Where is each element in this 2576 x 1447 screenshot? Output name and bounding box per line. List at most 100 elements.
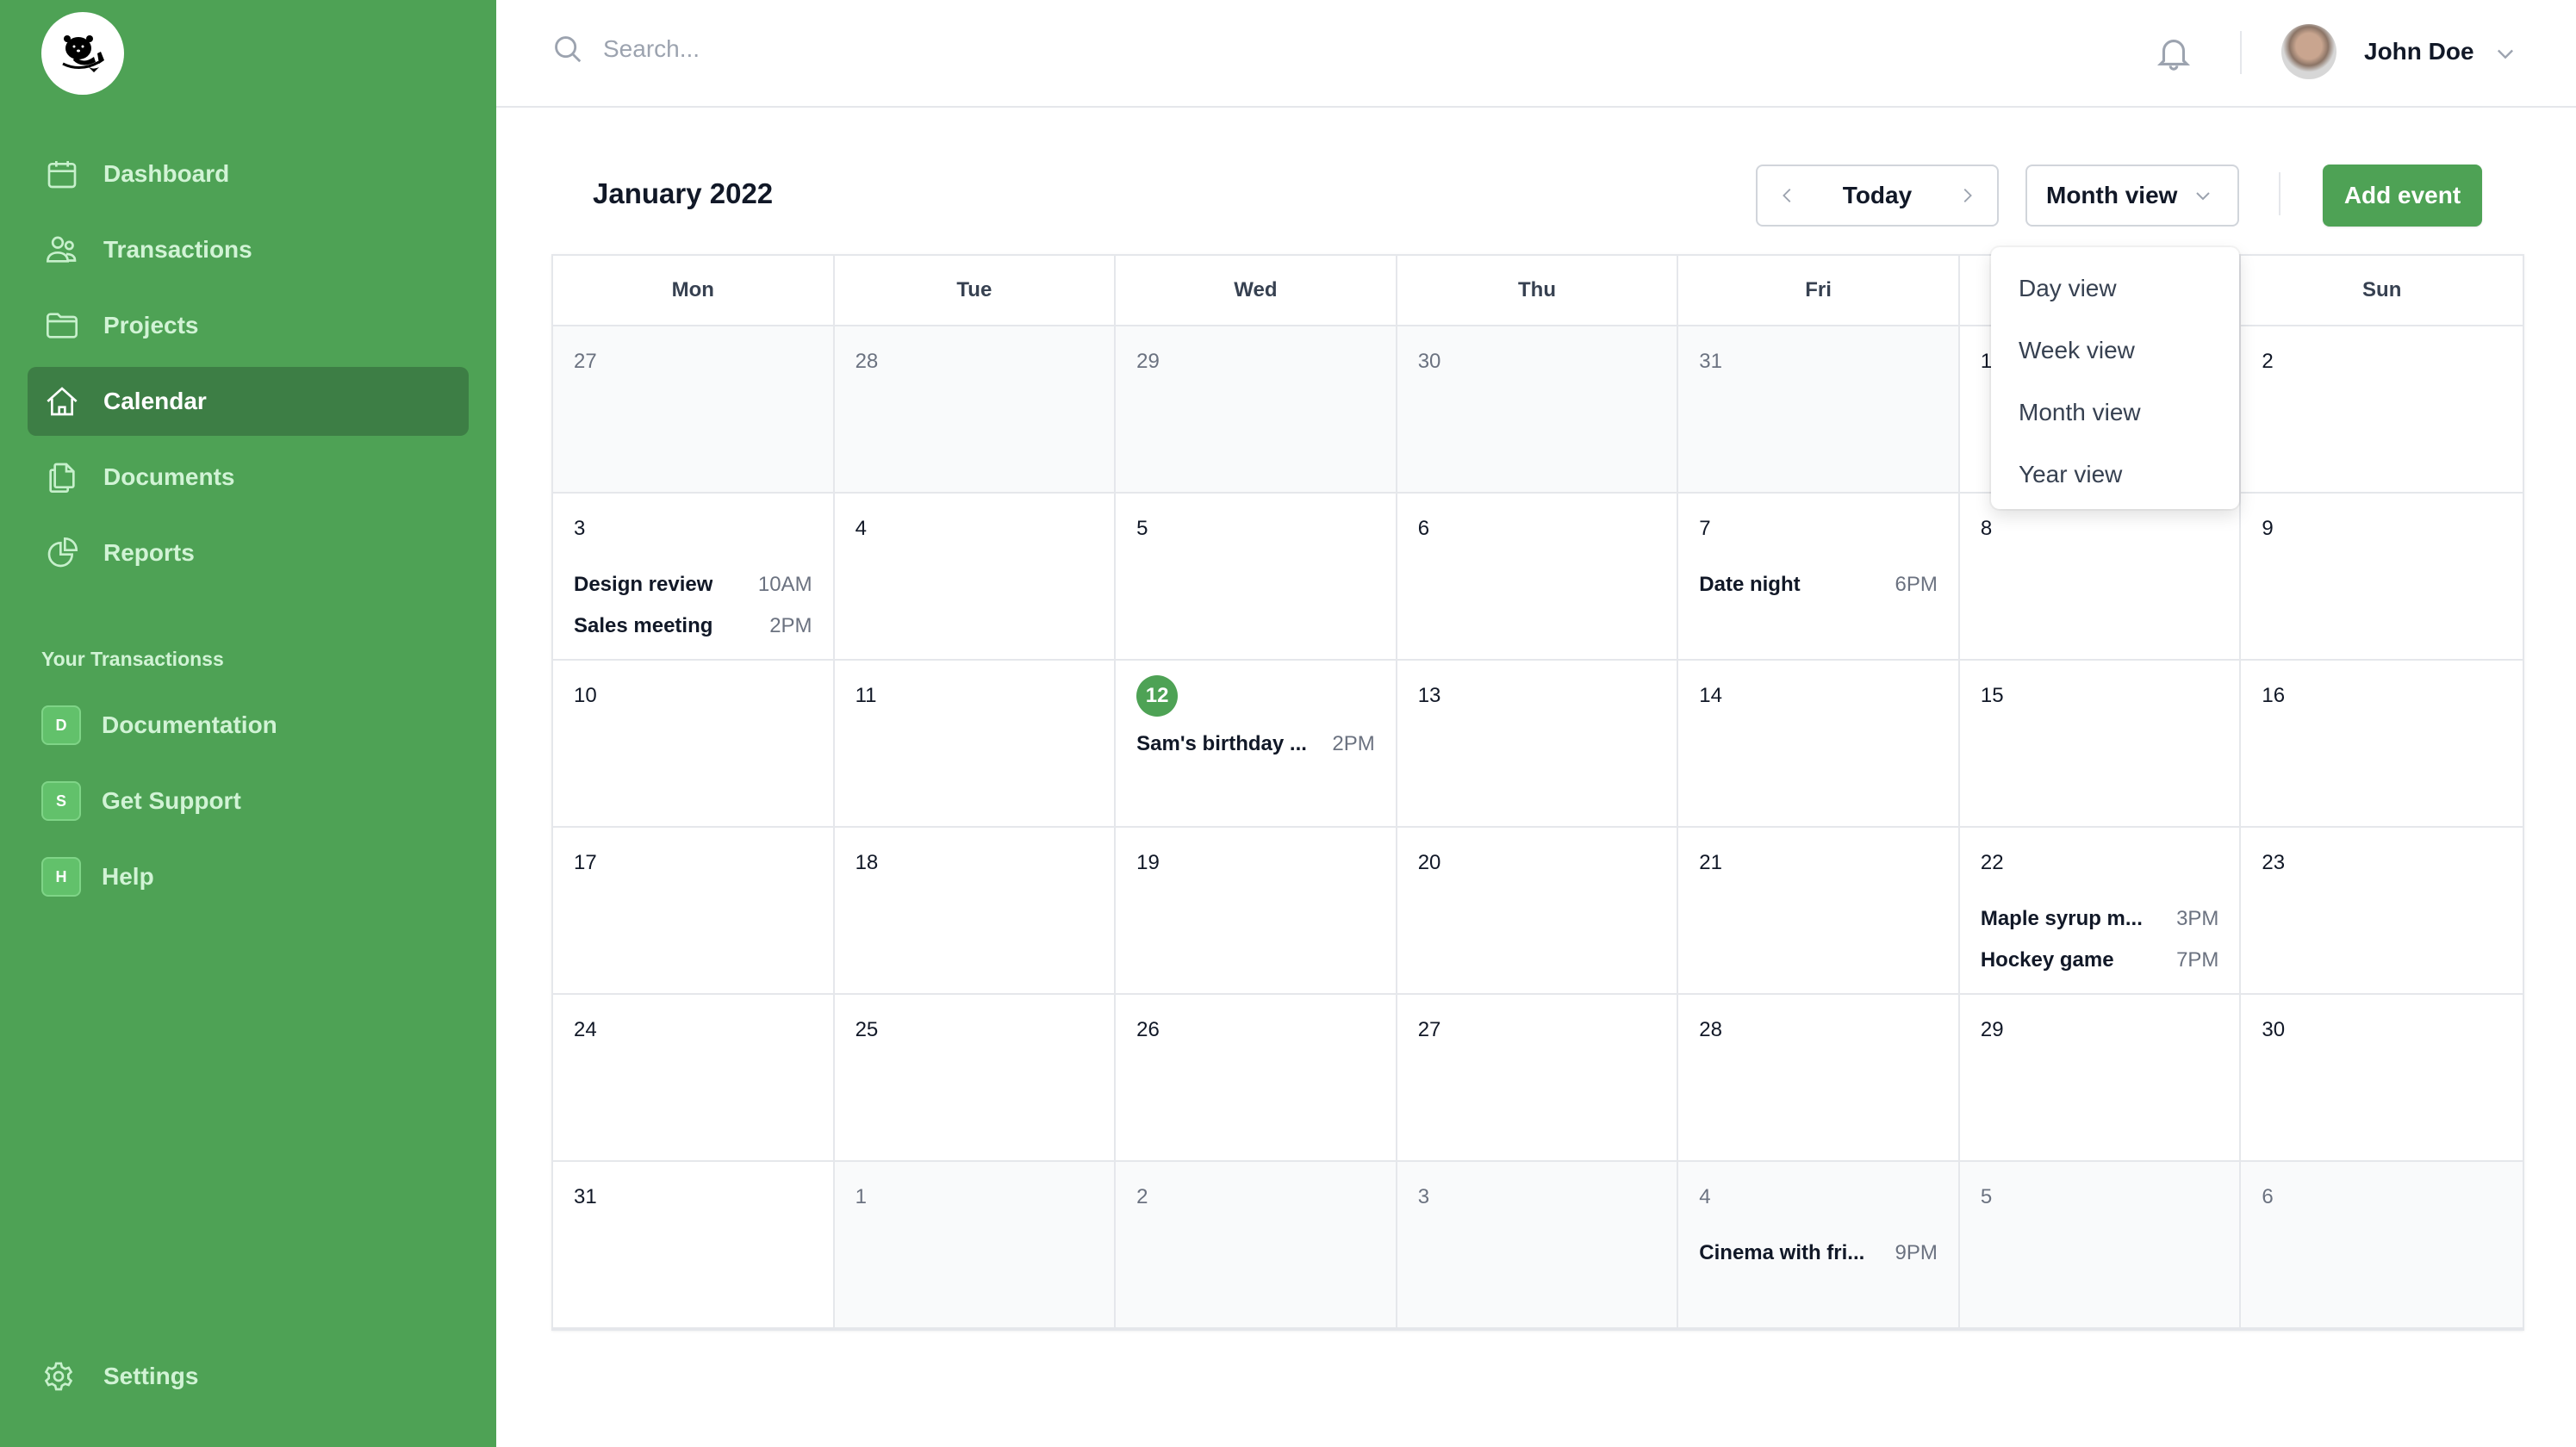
weekday-label: Mon	[553, 256, 835, 325]
day-cell[interactable]: 30	[2241, 995, 2523, 1162]
day-cell[interactable]: 29	[1959, 995, 2242, 1162]
day-cell[interactable]: 21	[1678, 828, 1960, 995]
day-cell[interactable]: 7 Date night 6PM	[1678, 494, 1960, 661]
view-option[interactable]: Month view	[1991, 382, 2239, 444]
day-cell[interactable]: 17	[553, 828, 835, 995]
day-cell[interactable]: 5	[1959, 1162, 2242, 1329]
divider	[2240, 31, 2242, 74]
nav-item-dashboard[interactable]: Dashboard	[28, 140, 469, 208]
next-month-button[interactable]	[1937, 166, 1997, 225]
page-title: January 2022	[593, 177, 774, 209]
nav-item-transactions[interactable]: Transactions	[28, 215, 469, 284]
event-time: 2PM	[769, 614, 812, 637]
team-item-label: Help	[102, 863, 154, 890]
day-number: 17	[574, 851, 597, 874]
day-cell[interactable]: 23	[2241, 828, 2523, 995]
notifications-button[interactable]	[2154, 33, 2193, 72]
day-cell[interactable]: 28	[834, 326, 1117, 494]
day-number: 9	[2262, 517, 2274, 540]
day-cell[interactable]: 20	[1397, 828, 1679, 995]
view-select-label: Month view	[2046, 182, 2178, 208]
chevron-down-icon[interactable]	[2493, 41, 2517, 65]
event-item[interactable]: Maple syrup m... 3PM	[1981, 898, 2219, 940]
day-cell[interactable]: 5	[1116, 494, 1397, 661]
day-cell[interactable]: 2	[2241, 326, 2523, 494]
event-item[interactable]: Date night 6PM	[1699, 564, 1938, 606]
day-cell[interactable]: 11	[834, 661, 1117, 828]
previous-month-button[interactable]	[1758, 166, 1818, 225]
nav-item-documents[interactable]: Documents	[28, 443, 469, 512]
weekday-label: Wed	[1116, 256, 1397, 325]
day-cell[interactable]: 6	[2241, 1162, 2523, 1329]
search-input[interactable]	[603, 35, 1378, 63]
weekday-label: Tue	[835, 256, 1117, 325]
day-number: 23	[2262, 851, 2286, 874]
event-item[interactable]: Cinema with fri... 9PM	[1699, 1233, 1938, 1274]
day-cell[interactable]: 1	[834, 1162, 1117, 1329]
day-cell[interactable]: 6	[1397, 494, 1679, 661]
nav-item-projects[interactable]: Projects	[28, 291, 469, 360]
day-number: 4	[1699, 1185, 1711, 1208]
day-number: 28	[1699, 1018, 1722, 1041]
day-cell[interactable]: 29	[1116, 326, 1397, 494]
day-cell[interactable]: 26	[1116, 995, 1397, 1162]
day-cell[interactable]: 2	[1116, 1162, 1397, 1329]
otter-logo-icon[interactable]	[41, 12, 124, 95]
day-cell[interactable]: 9	[2241, 494, 2523, 661]
event-item[interactable]: Sam's birthday ... 2PM	[1136, 724, 1375, 765]
nav-item-label: Transactions	[103, 236, 252, 263]
day-cell[interactable]: 27	[553, 326, 835, 494]
day-cell[interactable]: 4	[834, 494, 1117, 661]
day-cell[interactable]: 28	[1678, 995, 1960, 1162]
day-cell[interactable]: 3 Design review 10AM Sales meeting 2PM	[553, 494, 835, 661]
add-event-button[interactable]: Add event	[2323, 165, 2482, 227]
day-cell[interactable]: 16	[2241, 661, 2523, 828]
day-number: 16	[2262, 684, 2286, 707]
event-name: Sam's birthday ...	[1136, 732, 1307, 755]
day-number: 25	[855, 1018, 879, 1041]
day-number: 2	[2262, 350, 2274, 373]
event-time: 6PM	[1895, 573, 1938, 596]
event-item[interactable]: Hockey game 7PM	[1981, 940, 2219, 981]
day-number: 19	[1136, 851, 1160, 874]
team-item-get-support[interactable]: S Get Support	[41, 767, 472, 835]
day-cell[interactable]: 27	[1397, 995, 1679, 1162]
event-item[interactable]: Sales meeting 2PM	[574, 606, 812, 647]
day-cell[interactable]: 4 Cinema with fri... 9PM	[1678, 1162, 1960, 1329]
day-cell[interactable]: 25	[834, 995, 1117, 1162]
team-item-documentation[interactable]: D Documentation	[41, 691, 472, 760]
day-cell[interactable]: 31	[553, 1162, 835, 1329]
day-number: 11	[855, 684, 877, 707]
nav-item-reports[interactable]: Reports	[28, 519, 469, 587]
day-cell[interactable]: 22 Maple syrup m... 3PM Hockey game 7PM	[1959, 828, 2242, 995]
today-button[interactable]: Today	[1818, 182, 1937, 209]
day-cell[interactable]: 13	[1397, 661, 1679, 828]
day-cell[interactable]: 14	[1678, 661, 1960, 828]
event-time: 2PM	[1332, 732, 1375, 755]
event-list: Cinema with fri... 9PM	[1699, 1233, 1938, 1274]
view-option[interactable]: Day view	[1991, 258, 2239, 320]
day-cell[interactable]: 3	[1397, 1162, 1679, 1329]
day-cell[interactable]: 24	[553, 995, 835, 1162]
day-cell[interactable]: 18	[834, 828, 1117, 995]
view-option[interactable]: Week view	[1991, 320, 2239, 382]
settings-link[interactable]: Settings	[41, 1359, 198, 1394]
day-cell[interactable]: 12 Sam's birthday ... 2PM	[1116, 661, 1397, 828]
event-item[interactable]: Design review 10AM	[574, 564, 812, 606]
day-cell[interactable]: 31	[1678, 326, 1960, 494]
day-cell[interactable]: 30	[1397, 326, 1679, 494]
day-cell[interactable]: 8	[1959, 494, 2242, 661]
nav-item-label: Reports	[103, 539, 195, 566]
day-cell[interactable]: 19	[1116, 828, 1397, 995]
view-select[interactable]: Month view	[2025, 165, 2239, 227]
user-name[interactable]: John Doe	[2364, 38, 2474, 65]
day-cell[interactable]: 15	[1959, 661, 2242, 828]
day-cell[interactable]: 10	[553, 661, 835, 828]
gear-icon	[44, 1362, 73, 1391]
view-dropdown-menu: Day view Week view Month view Year view	[1991, 247, 2239, 509]
nav-item-calendar[interactable]: Calendar	[28, 367, 469, 436]
team-item-help[interactable]: H Help	[41, 842, 472, 911]
avatar[interactable]	[2281, 24, 2336, 79]
view-option[interactable]: Year view	[1991, 444, 2239, 506]
team-item-label: Get Support	[102, 787, 241, 814]
